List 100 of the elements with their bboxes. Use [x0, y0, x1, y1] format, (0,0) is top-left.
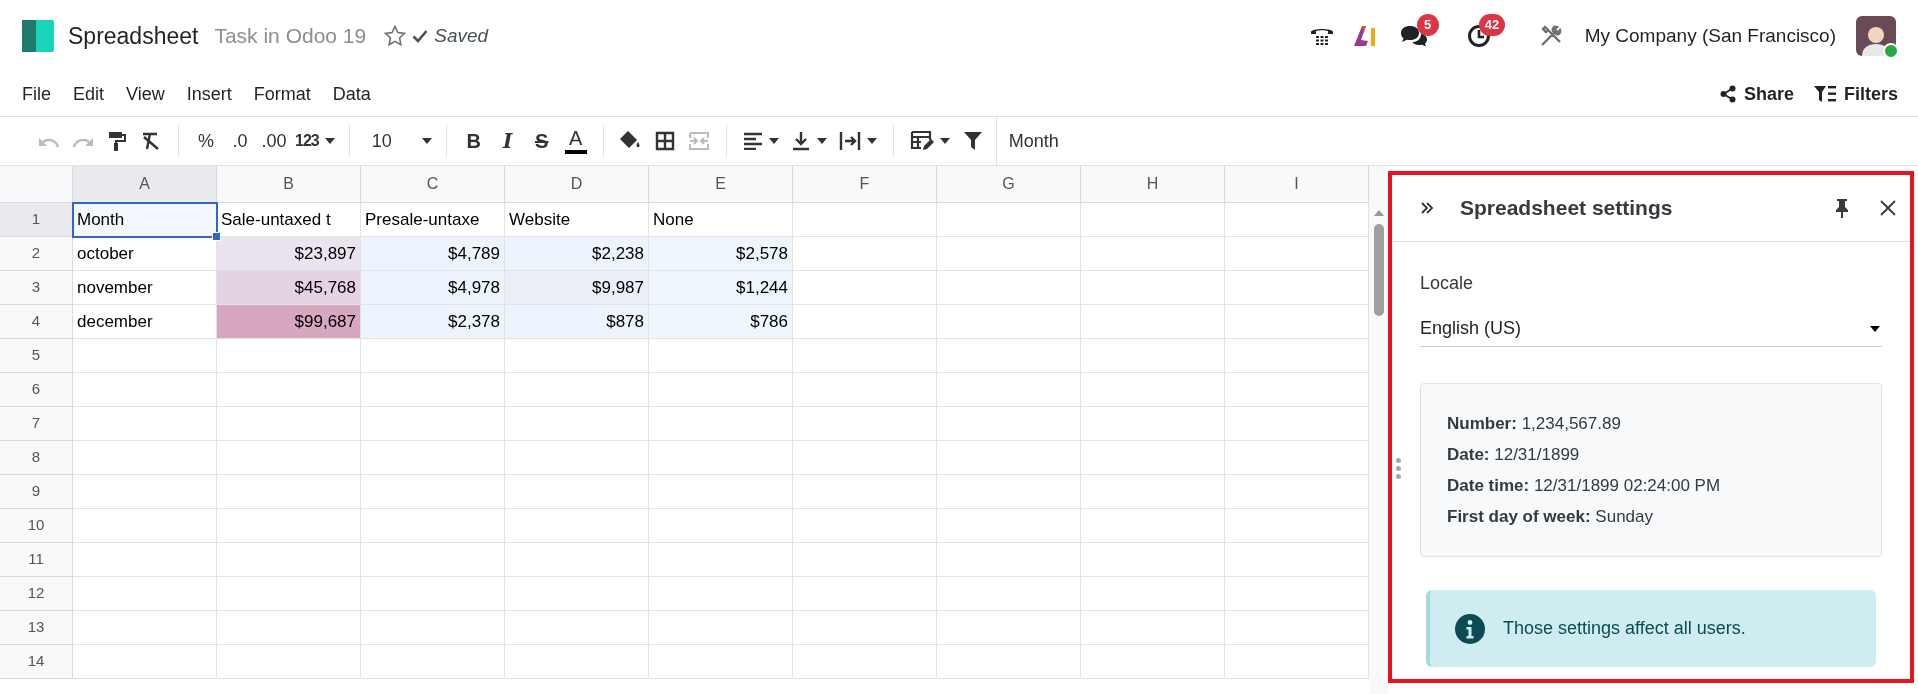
table-cell[interactable]: $9,987: [505, 271, 649, 305]
menu-item[interactable]: View: [126, 80, 165, 108]
menu-item[interactable]: File: [22, 80, 51, 108]
table-cell[interactable]: [1081, 441, 1225, 475]
table-cell[interactable]: [361, 441, 505, 475]
table-cell[interactable]: [505, 407, 649, 441]
table-cell[interactable]: [937, 611, 1081, 645]
table-cell[interactable]: [649, 339, 793, 373]
table-cell[interactable]: [649, 509, 793, 543]
table-cell[interactable]: [217, 543, 361, 577]
column-header[interactable]: H: [1081, 166, 1225, 203]
close-button[interactable]: [1880, 200, 1896, 216]
filters-button[interactable]: Filters: [1813, 80, 1898, 108]
table-cell[interactable]: [793, 305, 937, 339]
table-cell[interactable]: [793, 543, 937, 577]
text-color-button[interactable]: A: [558, 124, 593, 158]
table-cell[interactable]: [505, 339, 649, 373]
table-cell[interactable]: $4,978: [361, 271, 505, 305]
table-cell[interactable]: $45,768: [217, 271, 361, 305]
row-header[interactable]: 6: [0, 373, 73, 407]
table-cell[interactable]: [937, 645, 1081, 679]
column-header[interactable]: C: [361, 166, 505, 203]
table-cell[interactable]: [793, 441, 937, 475]
more-formats-button[interactable]: 123: [291, 124, 339, 158]
table-cell[interactable]: [649, 407, 793, 441]
table-cell[interactable]: [217, 407, 361, 441]
company-switcher[interactable]: My Company (San Francisco): [1584, 21, 1836, 51]
row-header[interactable]: 7: [0, 407, 73, 441]
table-cell[interactable]: $4,789: [361, 237, 505, 271]
table-cell[interactable]: [937, 203, 1081, 237]
table-cell[interactable]: [1081, 645, 1225, 679]
user-avatar[interactable]: [1856, 16, 1896, 56]
column-header[interactable]: B: [217, 166, 361, 203]
table-cell[interactable]: [505, 577, 649, 611]
table-cell[interactable]: [217, 577, 361, 611]
table-cell[interactable]: $878: [505, 305, 649, 339]
table-cell[interactable]: [1081, 203, 1225, 237]
table-cell[interactable]: [937, 543, 1081, 577]
row-header[interactable]: 1: [0, 203, 73, 237]
row-header[interactable]: 5: [0, 339, 73, 373]
table-cell[interactable]: $2,578: [649, 237, 793, 271]
menu-item[interactable]: Edit: [73, 80, 105, 108]
table-cell[interactable]: [73, 509, 217, 543]
table-cell[interactable]: [793, 339, 937, 373]
row-header[interactable]: 14: [0, 645, 73, 679]
row-header[interactable]: 12: [0, 577, 73, 611]
table-cell[interactable]: [1081, 509, 1225, 543]
table-cell[interactable]: [649, 373, 793, 407]
formula-bar[interactable]: Month: [996, 117, 1918, 165]
table-cell[interactable]: [505, 611, 649, 645]
table-cell[interactable]: [361, 577, 505, 611]
table-cell[interactable]: [937, 271, 1081, 305]
table-cell[interactable]: [505, 645, 649, 679]
table-cell[interactable]: [73, 441, 217, 475]
table-cell[interactable]: [793, 577, 937, 611]
table-cell[interactable]: [937, 475, 1081, 509]
row-header[interactable]: 2: [0, 237, 73, 271]
column-header[interactable]: I: [1225, 166, 1369, 203]
table-cell[interactable]: $23,897: [217, 237, 361, 271]
table-cell[interactable]: [505, 373, 649, 407]
table-cell[interactable]: [937, 441, 1081, 475]
column-header[interactable]: G: [937, 166, 1081, 203]
table-cell[interactable]: [217, 441, 361, 475]
percent-format-button[interactable]: %: [189, 124, 223, 158]
table-cell[interactable]: [73, 611, 217, 645]
table-cell[interactable]: [793, 271, 937, 305]
table-cell[interactable]: [793, 509, 937, 543]
table-cell[interactable]: [649, 611, 793, 645]
menu-item[interactable]: Insert: [186, 80, 232, 108]
table-cell[interactable]: [73, 475, 217, 509]
table-cell[interactable]: [937, 373, 1081, 407]
table-cell[interactable]: $99,687: [217, 305, 361, 339]
menu-item[interactable]: Format: [253, 80, 311, 108]
table-cell[interactable]: [361, 407, 505, 441]
table-cell[interactable]: [649, 441, 793, 475]
table-cell[interactable]: [793, 407, 937, 441]
table-cell[interactable]: [937, 237, 1081, 271]
row-header[interactable]: 11: [0, 543, 73, 577]
table-cell[interactable]: [73, 577, 217, 611]
bold-button[interactable]: B: [456, 124, 491, 158]
table-cell[interactable]: [361, 373, 505, 407]
table-cell[interactable]: $786: [649, 305, 793, 339]
table-cell[interactable]: [361, 645, 505, 679]
decrease-decimals-button[interactable]: .0: [223, 124, 257, 158]
table-cell[interactable]: [649, 645, 793, 679]
pin-button[interactable]: [1834, 198, 1850, 218]
table-cell[interactable]: [217, 373, 361, 407]
table-cell[interactable]: [937, 577, 1081, 611]
menu-item[interactable]: Data: [332, 80, 371, 108]
strikethrough-button[interactable]: S: [524, 124, 559, 158]
column-header[interactable]: D: [505, 166, 649, 203]
column-header[interactable]: A: [73, 166, 217, 203]
table-cell[interactable]: [73, 373, 217, 407]
italic-button[interactable]: I: [490, 124, 525, 158]
row-header[interactable]: 10: [0, 509, 73, 543]
table-cell[interactable]: [1081, 237, 1225, 271]
ai-button[interactable]: [1352, 25, 1377, 47]
table-cell[interactable]: [1081, 577, 1225, 611]
increase-decimals-button[interactable]: .00: [257, 124, 291, 158]
table-cell[interactable]: [793, 475, 937, 509]
